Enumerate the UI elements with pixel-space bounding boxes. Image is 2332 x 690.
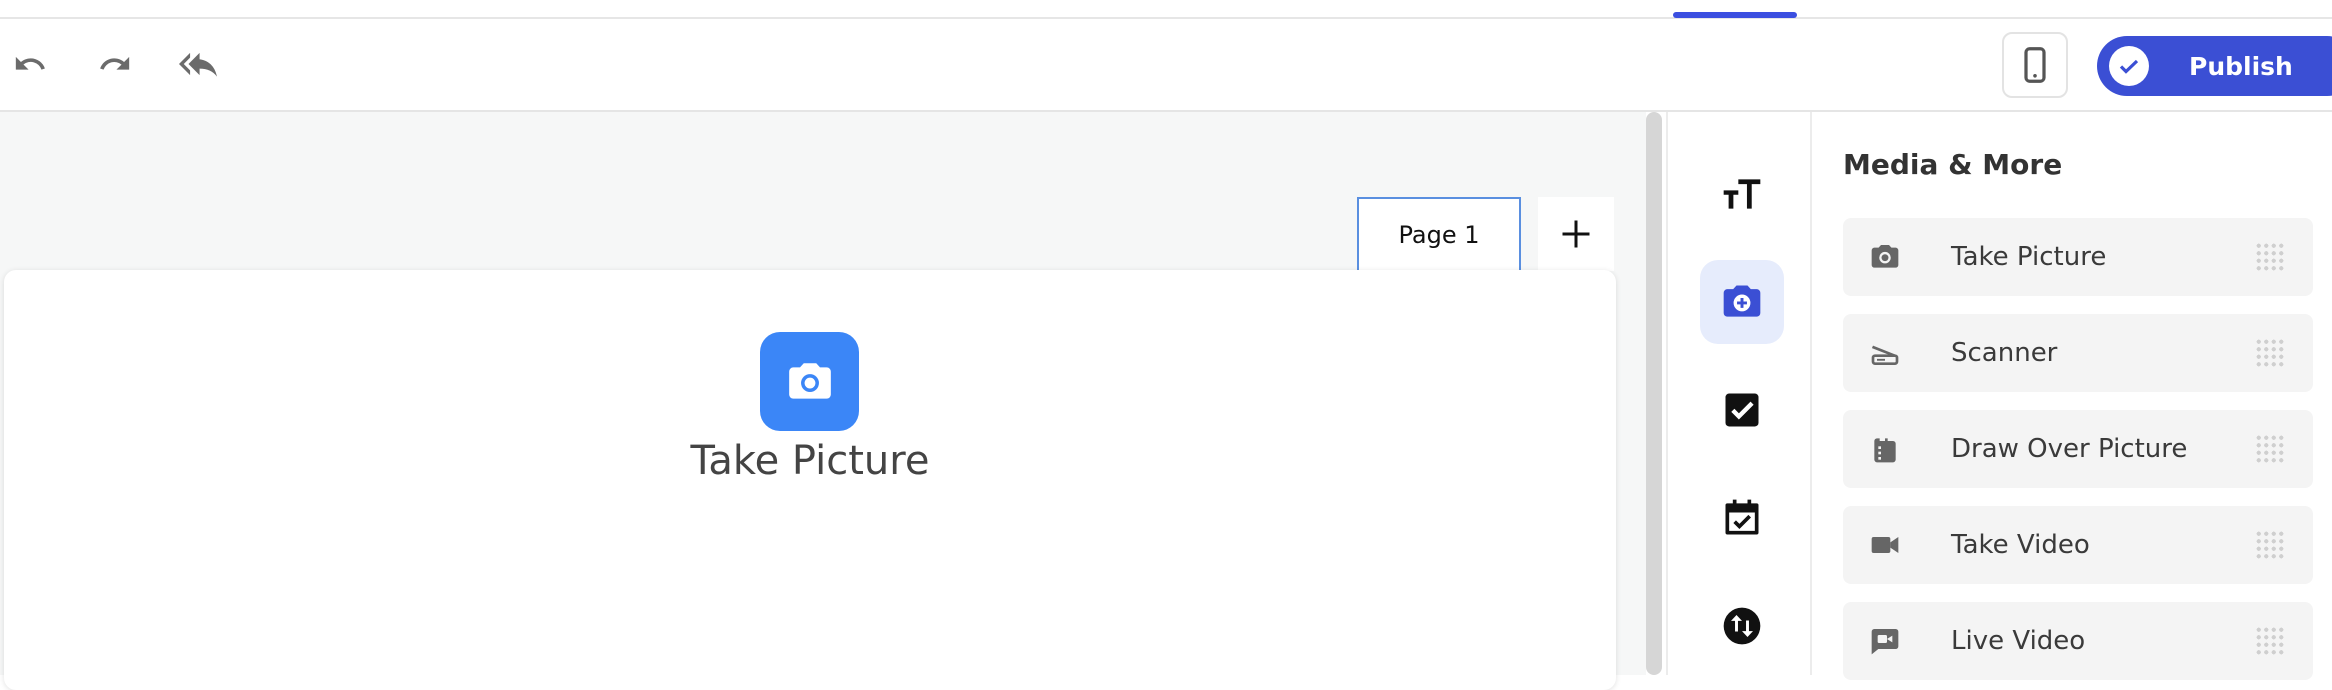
- palette-item-label: Take Video: [1951, 530, 2090, 560]
- scanner-icon: [1865, 333, 1905, 373]
- field-label[interactable]: Take Picture: [600, 438, 1020, 484]
- calendar-check-icon[interactable]: [1700, 476, 1784, 560]
- panel-title: Media & More: [1843, 148, 2063, 181]
- editor-toolbar: [0, 19, 2332, 112]
- active-tab-indicator: [1673, 12, 1797, 18]
- film-draw-icon: [1865, 429, 1905, 469]
- camera-icon[interactable]: [760, 332, 859, 431]
- camera-icon: [1865, 237, 1905, 277]
- drag-handle-icon[interactable]: [2255, 626, 2285, 656]
- drag-handle-icon[interactable]: [2255, 530, 2285, 560]
- publish-label: Publish: [2189, 51, 2293, 81]
- drag-handle-icon[interactable]: [2255, 434, 2285, 464]
- page-tab-label: Page 1: [1398, 221, 1480, 249]
- check-circle-icon: [2109, 46, 2149, 86]
- palette-item-label: Draw Over Picture: [1951, 434, 2188, 464]
- undo-icon[interactable]: [10, 44, 50, 84]
- palette-item-scanner[interactable]: Scanner: [1843, 314, 2313, 392]
- plus-icon: [1562, 220, 1590, 248]
- palette-item-label: Scanner: [1951, 338, 2058, 368]
- palette-item-live-video[interactable]: Live Video: [1843, 602, 2313, 680]
- video-camera-icon: [1865, 525, 1905, 565]
- page-tab[interactable]: Page 1: [1357, 197, 1521, 271]
- palette-item-label: Live Video: [1951, 626, 2086, 656]
- camera-plus-icon[interactable]: [1700, 260, 1784, 344]
- palette-item-take-video[interactable]: Take Video: [1843, 506, 2313, 584]
- device-preview-button[interactable]: [2002, 32, 2068, 98]
- drag-handle-icon[interactable]: [2255, 338, 2285, 368]
- field-palette-panel: Media & More Take Picture Scanner Draw O…: [1812, 112, 2332, 680]
- add-page-button[interactable]: [1538, 197, 1614, 271]
- palette-item-draw-over-picture[interactable]: Draw Over Picture: [1843, 410, 2313, 488]
- redo-icon[interactable]: [95, 44, 135, 84]
- palette-item-label: Take Picture: [1951, 242, 2107, 272]
- canvas-scrollbar[interactable]: [1646, 112, 1662, 675]
- drag-handle-icon[interactable]: [2255, 242, 2285, 272]
- mobile-phone-icon: [2024, 47, 2046, 83]
- field-category-rail: [1666, 112, 1812, 675]
- text-size-icon[interactable]: [1700, 152, 1784, 236]
- palette-item-take-picture[interactable]: Take Picture: [1843, 218, 2313, 296]
- live-video-chat-icon: [1865, 621, 1905, 661]
- publish-button[interactable]: Publish: [2097, 36, 2332, 96]
- swap-vertical-icon[interactable]: [1700, 584, 1784, 668]
- checkbox-icon[interactable]: [1700, 368, 1784, 452]
- reply-all-icon[interactable]: [178, 44, 218, 84]
